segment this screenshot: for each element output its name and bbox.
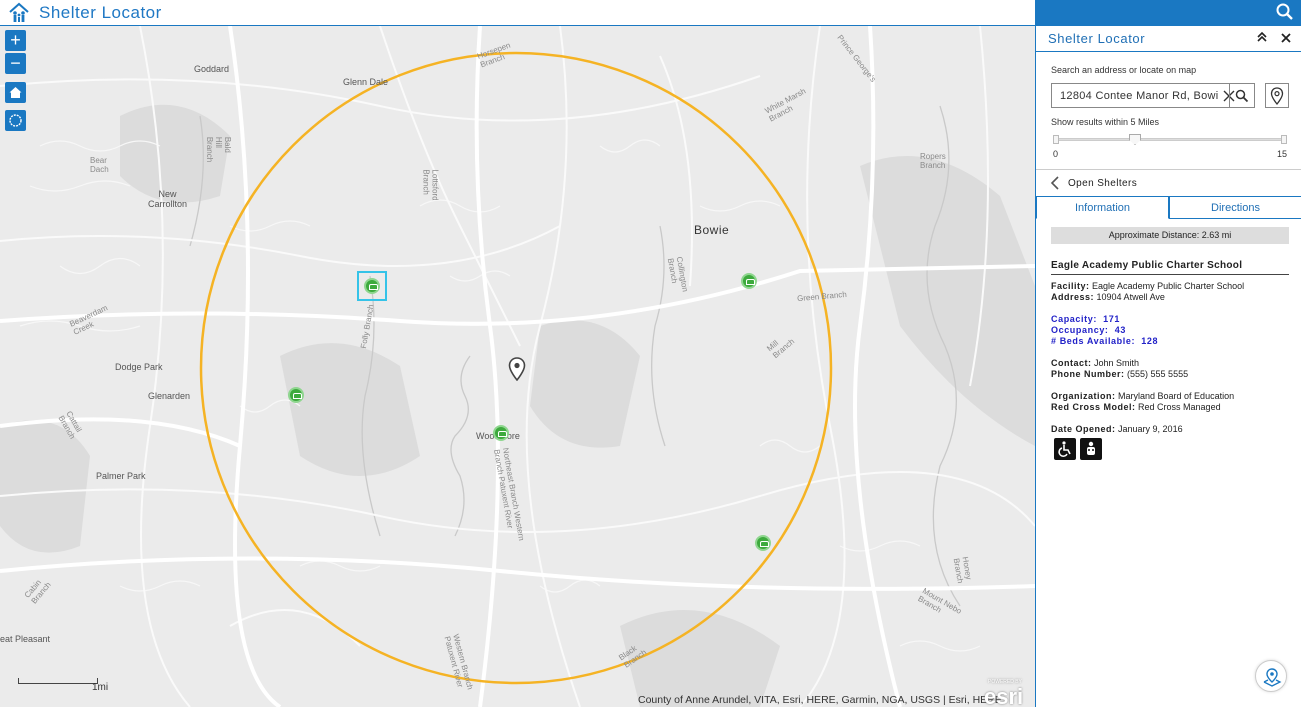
panel-header: Shelter Locator — [1036, 26, 1301, 52]
search-label: Search an address or locate on map — [1051, 65, 1197, 75]
wheelchair-accessible-icon — [1054, 438, 1076, 460]
crosshair-icon — [9, 114, 22, 127]
search-submit-button[interactable] — [1229, 83, 1255, 108]
basemap-icon — [1263, 668, 1282, 687]
address-value: 10904 Atwell Ave — [1096, 292, 1165, 302]
tab-information[interactable]: Information — [1036, 196, 1169, 219]
map-label-bear-dach: Bear Dach — [90, 156, 109, 174]
zoom-out-button[interactable]: − — [5, 53, 26, 74]
map-label-goddard: Goddard — [194, 64, 230, 74]
shelter-marker[interactable] — [741, 273, 757, 289]
search-location-pin-icon[interactable] — [508, 357, 526, 381]
map-view[interactable]: Goddard Glenn Dale New Carrollton Bowie … — [0, 26, 1035, 707]
scale-bar — [18, 678, 98, 684]
shelter-marker[interactable] — [288, 387, 304, 403]
side-panel: Shelter Locator Search an address or loc… — [1035, 26, 1301, 707]
occupancy-label: Occupancy: — [1051, 325, 1109, 335]
beds-value: 128 — [1141, 336, 1159, 346]
tab-directions[interactable]: Directions — [1169, 196, 1301, 218]
map-label-palmer-park: Palmer Park — [96, 471, 146, 481]
capacity-label: Capacity: — [1051, 314, 1097, 324]
scale-label: 1mi — [92, 682, 109, 693]
date-value: January 9, 2016 — [1118, 424, 1183, 434]
pet-friendly-icon — [1080, 438, 1102, 460]
close-icon — [1281, 32, 1291, 43]
facility-value: Eagle Academy Public Charter School — [1092, 281, 1245, 291]
facility-heading: Eagle Academy Public Charter School — [1051, 260, 1289, 275]
app-header: Shelter Locator — [0, 0, 1035, 26]
contact-value: John Smith — [1094, 358, 1140, 368]
chevron-left-icon — [1050, 176, 1059, 190]
map-label-lottsford: Lottsford Branch — [421, 169, 440, 201]
locate-me-button[interactable] — [5, 110, 26, 131]
panel-title: Shelter Locator — [1048, 31, 1146, 46]
map-label-ropers: Ropers Branch — [920, 152, 946, 170]
map-label-glenn-dale: Glenn Dale — [343, 77, 389, 87]
address-label: Address: — [1051, 292, 1095, 302]
beds-label: # Beds Available: — [1051, 336, 1136, 346]
amenity-icons — [1054, 438, 1102, 460]
locate-on-map-button[interactable] — [1265, 83, 1289, 108]
map-pin-icon — [1270, 87, 1284, 106]
organization-info: Organization: Maryland Board of Educatio… — [1051, 391, 1234, 413]
occupancy-value: 43 — [1114, 325, 1126, 335]
capacity-info: Capacity: 171 Occupancy: 43 # Beds Avail… — [1051, 314, 1158, 347]
search-icon[interactable] — [1275, 2, 1295, 22]
slider-min-label: 0 — [1053, 149, 1059, 159]
map-attribution: County of Anne Arundel, VITA, Esri, HERE… — [638, 694, 1002, 706]
map-label-bowie: Bowie — [694, 223, 730, 237]
date-info: Date Opened: January 9, 2016 — [1051, 424, 1183, 435]
radius-slider-track[interactable] — [1056, 138, 1282, 141]
slider-max-label: 15 — [1277, 149, 1288, 159]
double-chevron-up-icon — [1257, 31, 1267, 42]
search-icon — [1235, 89, 1249, 103]
zoom-in-button[interactable]: + — [5, 30, 26, 51]
home-button[interactable] — [5, 82, 26, 103]
radius-label: Show results within 5 Miles — [1051, 117, 1160, 127]
phone-value: (555) 555 5555 — [1127, 369, 1189, 379]
slider-end-max — [1281, 135, 1287, 144]
capacity-value: 171 — [1103, 314, 1120, 324]
map-label-bald-hill: Bald Hill Branch — [205, 136, 233, 163]
map-label-dodge-park: Dodge Park — [115, 362, 163, 372]
org-value: Maryland Board of Education — [1118, 391, 1235, 401]
back-to-open-shelters[interactable]: Open Shelters — [1036, 169, 1301, 196]
org-label: Organization: — [1051, 391, 1116, 401]
shelter-marker[interactable] — [755, 535, 771, 551]
app-title: Shelter Locator — [39, 2, 162, 22]
date-label: Date Opened: — [1051, 424, 1116, 434]
map-label-glenarden: Glenarden — [148, 391, 191, 401]
top-search-strip — [1035, 0, 1301, 26]
back-label: Open Shelters — [1068, 177, 1138, 189]
contact-info: Contact: John Smith Phone Number: (555) … — [1051, 358, 1188, 380]
facility-label: Facility: — [1051, 281, 1090, 291]
home-icon — [9, 87, 22, 98]
distance-badge: Approximate Distance: 2.63 mi — [1051, 227, 1289, 244]
map-label-pleasant: eat Pleasant — [0, 634, 51, 644]
radius-slider-thumb[interactable] — [1129, 134, 1141, 145]
close-panel-button[interactable] — [1277, 30, 1295, 48]
model-value: Red Cross Managed — [1138, 402, 1221, 412]
address-search-input[interactable] — [1060, 89, 1218, 102]
collapse-panel-button[interactable] — [1253, 30, 1271, 48]
esri-logo: esri — [984, 684, 1024, 707]
model-label: Red Cross Model: — [1051, 402, 1136, 412]
shelter-marker[interactable] — [493, 425, 509, 441]
slider-end-min — [1053, 135, 1059, 144]
facility-info: Facility: Eagle Academy Public Charter S… — [1051, 281, 1244, 303]
map-label-new-carrollton: New Carrollton — [148, 189, 188, 209]
detail-tabs: Information Directions — [1036, 196, 1301, 219]
shelter-marker-selected[interactable] — [364, 278, 380, 294]
address-search-box — [1051, 83, 1255, 108]
family-house-icon — [9, 2, 29, 22]
contact-label: Contact: — [1051, 358, 1092, 368]
phone-label: Phone Number: — [1051, 369, 1125, 379]
basemap-gallery-button[interactable] — [1255, 660, 1287, 692]
